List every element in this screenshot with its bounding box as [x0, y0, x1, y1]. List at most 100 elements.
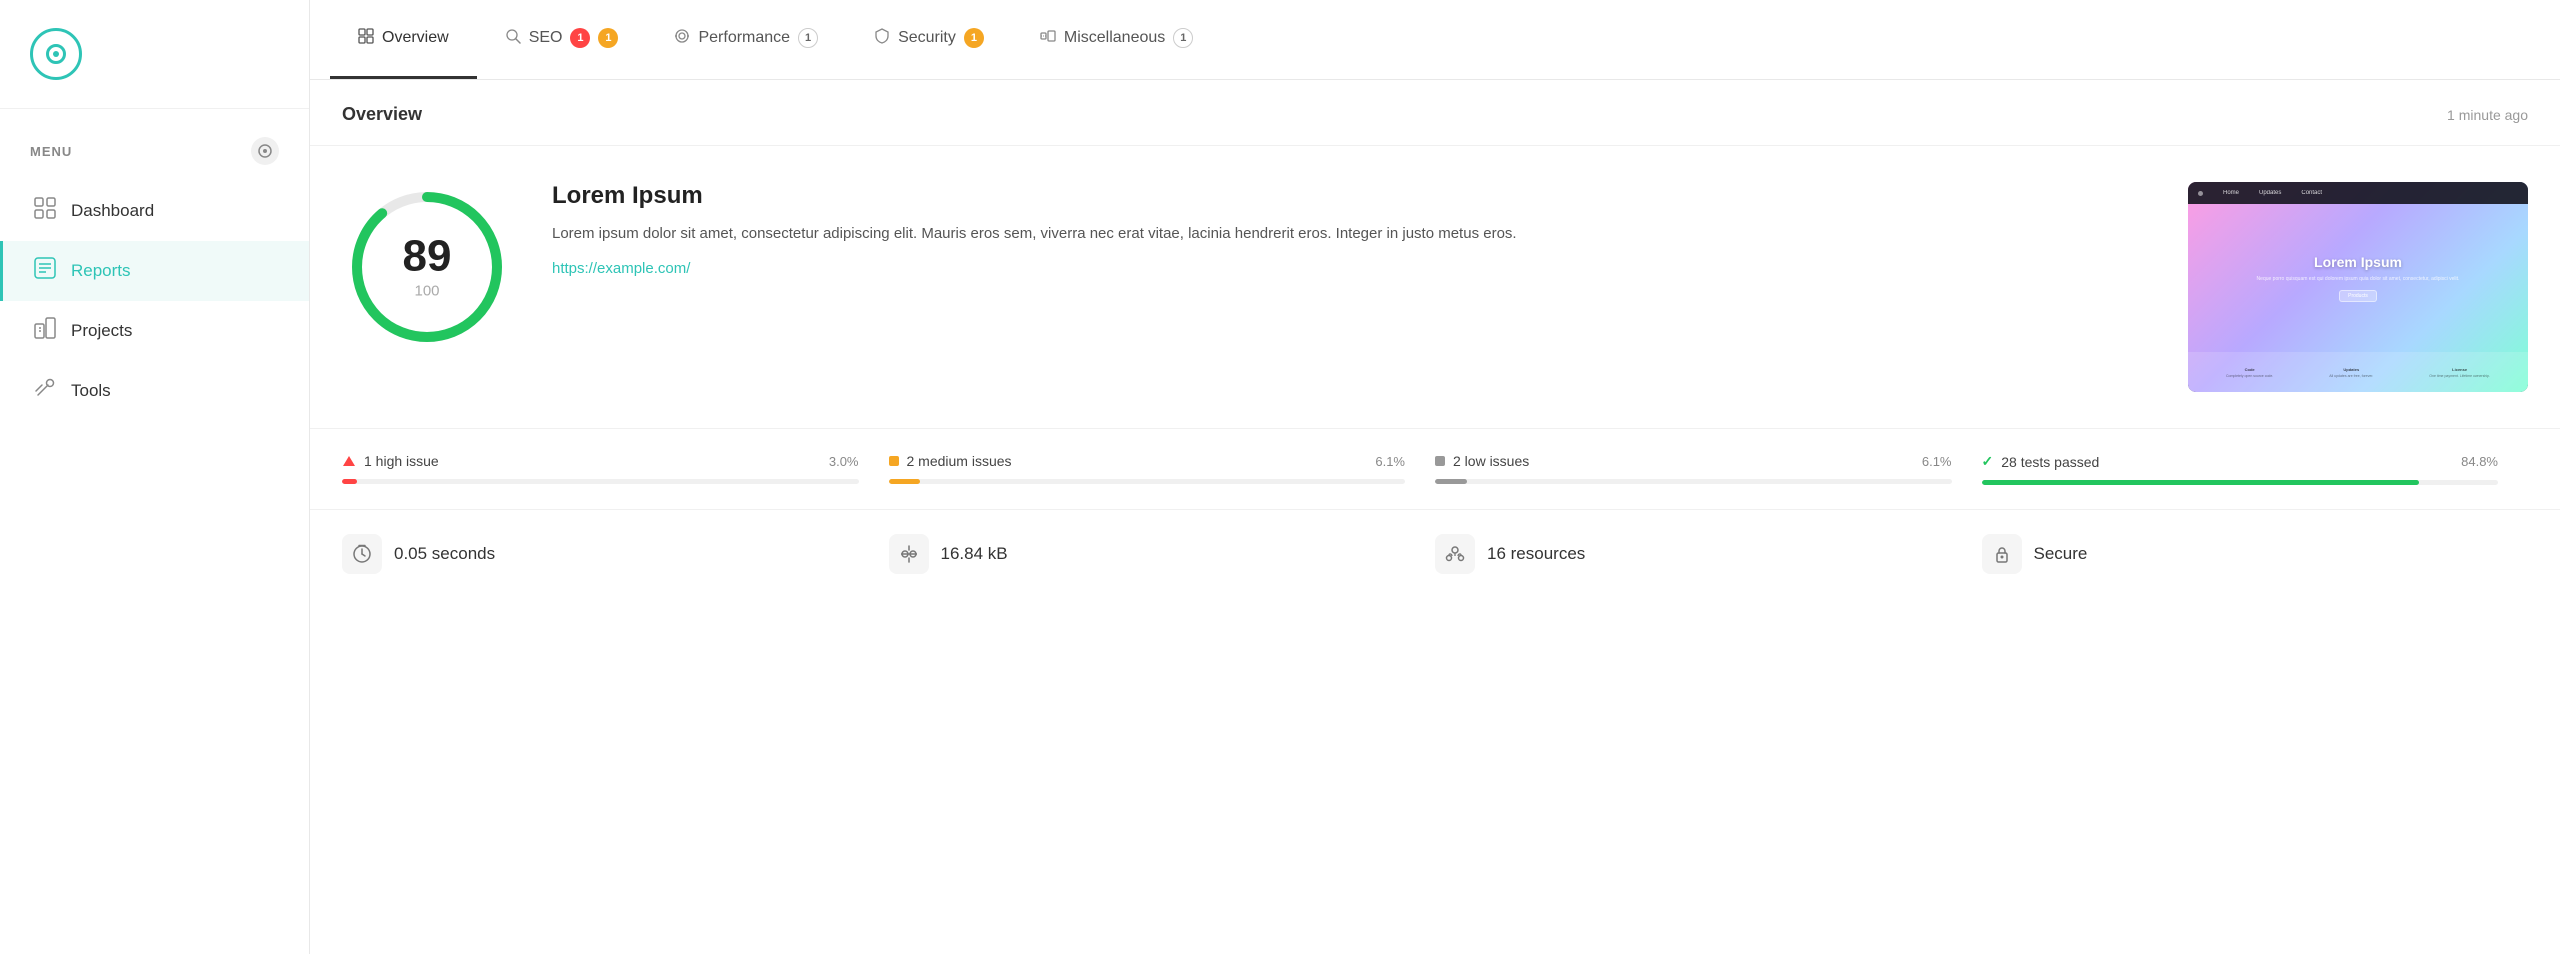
preview-footer-col-1-label: Updates — [2329, 367, 2373, 372]
low-issue-label: 2 low issues — [1453, 453, 1529, 469]
medium-dot-icon — [889, 456, 899, 466]
overview-header: Overview 1 minute ago — [310, 80, 2560, 146]
issue-low: 2 low issues 6.1% — [1435, 453, 1982, 485]
high-issue-label: 1 high issue — [364, 453, 439, 469]
medium-issue-bar-bg — [889, 479, 1406, 484]
tools-icon — [33, 377, 57, 405]
preview-footer-col-2-text: One time payment. Lifetime ownership. — [2429, 374, 2490, 378]
projects-icon — [33, 317, 57, 345]
tab-seo[interactable]: SEO 1 1 — [477, 0, 647, 79]
passed-bar-fill — [1982, 480, 2420, 485]
stat-resources-value: 16 resources — [1487, 544, 1585, 564]
high-issue-bar-fill — [342, 479, 357, 484]
performance-badge: 1 — [798, 28, 818, 48]
secure-icon — [1982, 534, 2022, 574]
tab-security[interactable]: Security 1 — [846, 0, 1012, 79]
high-triangle-icon — [342, 455, 356, 467]
tab-miscellaneous[interactable]: Miscellaneous 1 — [1012, 0, 1221, 79]
stat-size: 16.84 kB — [889, 534, 1436, 574]
preview-footer-col-0-text: Completely open source code. — [2226, 374, 2273, 378]
passed-bar-bg — [1982, 480, 2499, 485]
issue-passed: ✓ 28 tests passed 84.8% — [1982, 453, 2529, 485]
score-value: 89 — [403, 235, 452, 279]
stat-size-value: 16.84 kB — [941, 544, 1008, 564]
low-dot-icon — [1435, 456, 1445, 466]
tab-seo-label: SEO — [529, 29, 563, 47]
preview-subtitle: Neque porro quisquam est qui dolorem ips… — [2257, 276, 2460, 282]
overview-timestamp: 1 minute ago — [2447, 107, 2528, 123]
tab-performance[interactable]: Performance 1 — [646, 0, 846, 79]
medium-issue-percent: 6.1% — [1375, 454, 1405, 469]
overview-tab-icon — [358, 28, 374, 49]
medium-issue-label: 2 medium issues — [907, 453, 1012, 469]
passed-percent: 84.8% — [2461, 454, 2498, 469]
sidebar-item-tools[interactable]: Tools — [0, 361, 309, 421]
stat-time: 0.05 seconds — [342, 534, 889, 574]
site-title: Lorem Ipsum — [552, 182, 2148, 210]
issue-high: 1 high issue 3.0% — [342, 453, 889, 485]
tab-overview-label: Overview — [382, 29, 449, 47]
security-badge: 1 — [964, 28, 984, 48]
logo-icon — [30, 28, 82, 80]
medium-issue-bar-fill — [889, 479, 921, 484]
sidebar-nav: Dashboard Reports — [0, 181, 309, 421]
preview-button: Products — [2339, 290, 2377, 302]
stats-section: 0.05 seconds 16.84 kB — [310, 510, 2560, 598]
seo-badge-yellow: 1 — [598, 28, 618, 48]
dashboard-label: Dashboard — [71, 201, 154, 221]
low-issue-percent: 6.1% — [1922, 454, 1952, 469]
score-circle: 89 100 — [342, 182, 512, 352]
logo-area — [0, 0, 309, 109]
site-preview: Home Updates Contact Lorem Ipsum Neque p… — [2188, 182, 2528, 392]
seo-badge-red: 1 — [570, 28, 590, 48]
preview-footer-col-1-text: All updates are free, forever. — [2329, 374, 2373, 378]
site-url[interactable]: https://example.com/ — [552, 260, 690, 277]
size-icon — [889, 534, 929, 574]
check-icon: ✓ — [1982, 453, 1994, 470]
issues-section: 1 high issue 3.0% 2 medium issues 6.1% — [310, 429, 2560, 510]
reports-icon — [33, 257, 57, 285]
misc-tab-icon — [1040, 28, 1056, 49]
stat-secure: Secure — [1982, 534, 2529, 574]
tools-label: Tools — [71, 381, 111, 401]
preview-footer-col-0-label: Code — [2226, 367, 2273, 372]
dashboard-icon — [33, 197, 57, 225]
time-icon — [342, 534, 382, 574]
sidebar: MENU Dashboard — [0, 0, 310, 954]
misc-badge: 1 — [1173, 28, 1193, 48]
stat-secure-value: Secure — [2034, 544, 2088, 564]
passed-label: 28 tests passed — [2001, 454, 2099, 470]
low-issue-bar-bg — [1435, 479, 1952, 484]
security-tab-icon — [874, 28, 890, 49]
reports-label: Reports — [71, 261, 131, 281]
tab-security-label: Security — [898, 29, 956, 47]
site-info: Lorem Ipsum Lorem ipsum dolor sit amet, … — [552, 182, 2148, 278]
resources-icon — [1435, 534, 1475, 574]
tab-misc-label: Miscellaneous — [1064, 29, 1165, 47]
menu-header: MENU — [0, 109, 309, 181]
tab-overview[interactable]: Overview — [330, 0, 477, 79]
tab-performance-label: Performance — [698, 29, 790, 47]
menu-label: MENU — [30, 144, 72, 159]
performance-tab-icon — [674, 28, 690, 49]
menu-settings-icon[interactable] — [251, 137, 279, 165]
overview-title: Overview — [342, 104, 422, 125]
stat-time-value: 0.05 seconds — [394, 544, 495, 564]
seo-tab-icon — [505, 28, 521, 49]
tabs-bar: Overview SEO 1 1 Perform — [310, 0, 2560, 80]
high-issue-percent: 3.0% — [829, 454, 859, 469]
projects-label: Projects — [71, 321, 132, 341]
sidebar-item-dashboard[interactable]: Dashboard — [0, 181, 309, 241]
sidebar-item-projects[interactable]: Projects — [0, 301, 309, 361]
main-content: Overview SEO 1 1 Perform — [310, 0, 2560, 954]
preview-footer-col-2-label: License — [2429, 367, 2490, 372]
content-area: Overview 1 minute ago 89 100 Lorem Ipsum… — [310, 80, 2560, 954]
preview-title: Lorem Ipsum — [2314, 254, 2402, 270]
score-total: 100 — [403, 283, 452, 300]
score-section: 89 100 Lorem Ipsum Lorem ipsum dolor sit… — [310, 146, 2560, 429]
high-issue-bar-bg — [342, 479, 859, 484]
sidebar-item-reports[interactable]: Reports — [0, 241, 309, 301]
low-issue-bar-fill — [1435, 479, 1467, 484]
issue-medium: 2 medium issues 6.1% — [889, 453, 1436, 485]
stat-resources: 16 resources — [1435, 534, 1982, 574]
